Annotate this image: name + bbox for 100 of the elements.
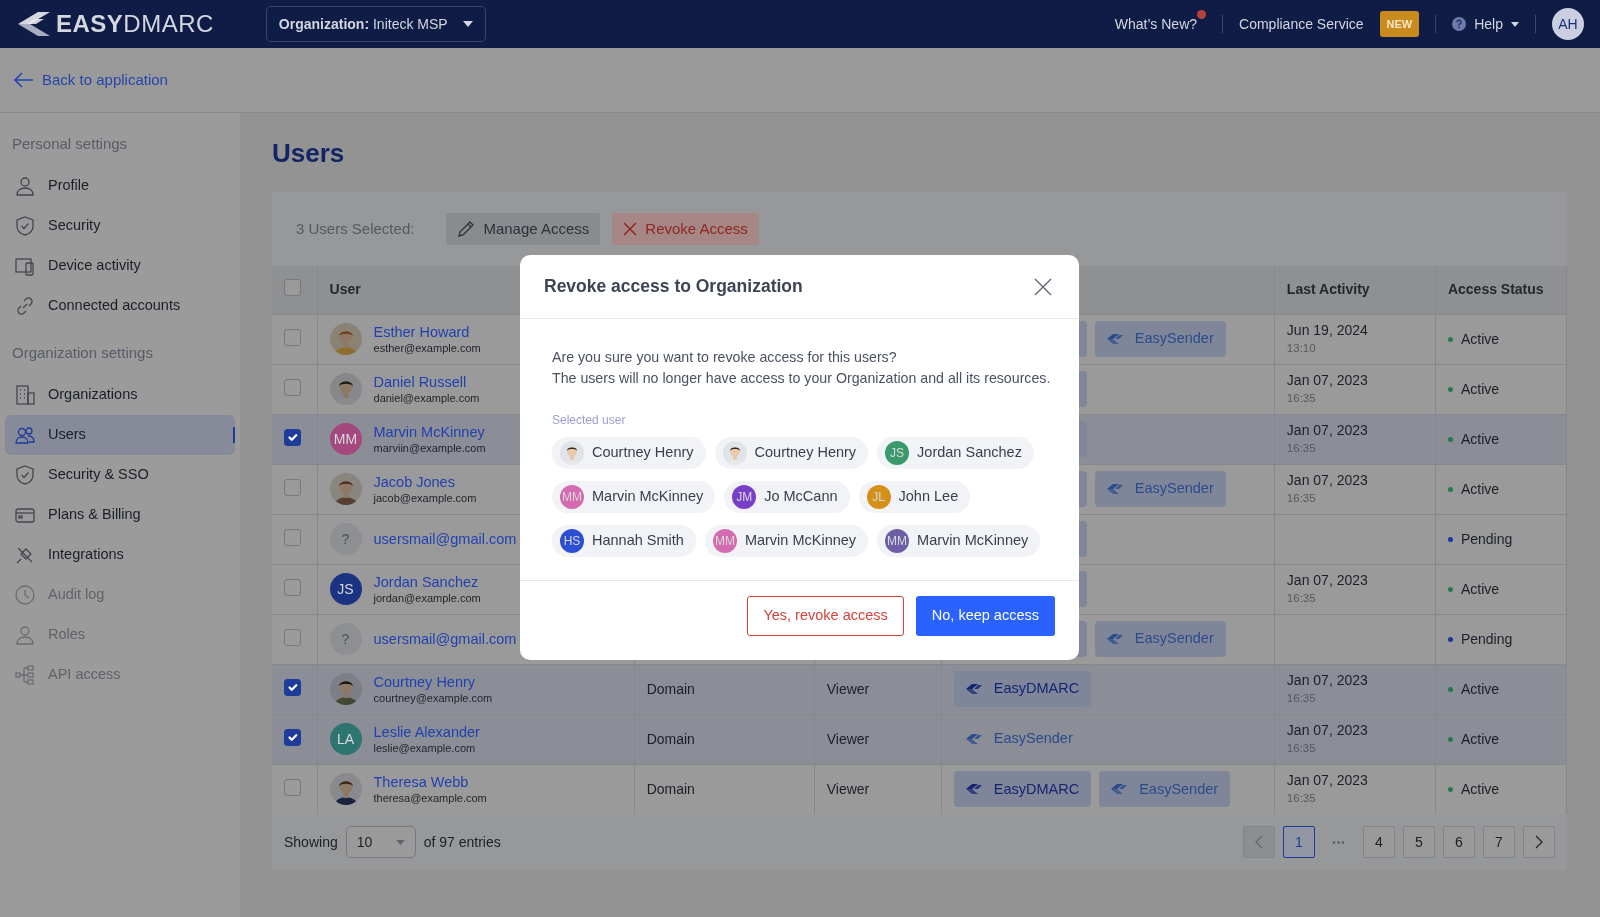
page-button[interactable]: 6 (1443, 826, 1475, 859)
section-title: Personal settings (11, 134, 129, 154)
user-name-link[interactable]: usersmail@gmail.com (373, 530, 517, 549)
avatar: LA (329, 723, 362, 756)
column-header: Last Activity (1286, 281, 1370, 298)
whats-new-link[interactable]: What’s New? (1114, 13, 1207, 35)
user-name-link[interactable]: Esther Howard (373, 323, 481, 342)
showing-label: Showing (284, 832, 338, 852)
status-label: Pending (1460, 529, 1513, 549)
user-name-link[interactable]: Daniel Russell (373, 373, 480, 392)
status-label: Active (1460, 679, 1500, 699)
product-tag: EasyDMARC (953, 771, 1092, 808)
chip-name: Jo McCann (764, 487, 838, 507)
sidebar-item[interactable]: Organizations (5, 375, 235, 415)
activity-time: 13:10 (1286, 341, 1317, 357)
user-role: Viewer (826, 680, 870, 697)
activity-date: Jan 07, 2023 (1286, 771, 1369, 790)
help-menu[interactable]: Help (1452, 13, 1519, 35)
modal-message: The users will no longer have access to your Organization and all its resources. (552, 369, 1049, 388)
page-size-select[interactable]: 10 (345, 826, 416, 859)
sidebar-item[interactable]: Users (5, 415, 235, 455)
user-name-link[interactable]: usersmail@gmail.com (373, 630, 517, 649)
activity-time: 16:35 (1286, 391, 1317, 407)
user-email: marviin@example.com (373, 441, 486, 456)
avatar: HS (560, 529, 584, 553)
avatar: MM (560, 485, 584, 509)
page-button[interactable]: 1 (1283, 826, 1315, 859)
activity-time: 16:35 (1286, 491, 1317, 507)
sidebar-item[interactable]: Security (5, 206, 235, 246)
user-type: Domain (646, 780, 695, 797)
user-name-link[interactable]: Theresa Webb (373, 773, 487, 792)
user-email: jacob@example.com (373, 491, 477, 506)
product-tag: EasyDMARC (953, 671, 1092, 708)
user-avatar[interactable]: AH (1552, 8, 1584, 40)
sidebar-item[interactable]: Integrations (5, 535, 235, 575)
activity-time: 16:35 (1286, 741, 1317, 757)
compliance-link[interactable]: Compliance Service (1239, 13, 1364, 35)
avatar: JM (732, 485, 757, 509)
status-label: Active (1460, 479, 1500, 499)
revoke-access-button[interactable]: Revoke Access (612, 213, 759, 246)
user-email: daniel@example.com (373, 391, 480, 406)
status-label: Active (1460, 779, 1500, 799)
help-label: Help (1474, 14, 1503, 34)
product-tag: EasySender (1094, 471, 1226, 508)
user-name-link[interactable]: Courtney Henry (373, 673, 493, 692)
user-name-link[interactable]: Jordan Sanchez (373, 573, 481, 592)
modal-title: Revoke access to Organization (544, 276, 803, 297)
page-button[interactable]: 4 (1363, 826, 1395, 859)
user-email: theresa@example.com (373, 791, 487, 806)
page-button[interactable]: 7 (1483, 826, 1515, 859)
sidebar-item[interactable]: Security & SSO (5, 455, 235, 495)
status-label: Active (1460, 429, 1500, 449)
page-title: Users (272, 138, 346, 170)
section-title: Organization settings (11, 343, 154, 363)
activity-date: Jan 07, 2023 (1286, 421, 1369, 440)
new-badge: NEW (1379, 10, 1420, 38)
revoke-confirm-button[interactable]: Yes, revoke access (747, 596, 904, 636)
user-name-link[interactable]: Leslie Alexander (373, 723, 480, 742)
status-label: Active (1460, 379, 1500, 399)
user-name-link[interactable]: Jacob Jones (373, 473, 477, 492)
sidebar-item[interactable]: Profile (5, 166, 235, 206)
chip-name: Hannah Smith (592, 531, 684, 551)
page-ellipsis: ••• (1331, 835, 1347, 850)
sidebar-item[interactable]: Connected accounts (5, 286, 235, 326)
avatar: MM (329, 423, 362, 456)
keep-access-button[interactable]: No, keep access (915, 596, 1055, 636)
organization-dropdown[interactable]: Organization: Initeck MSP (265, 6, 486, 42)
back-link[interactable]: Back to application (14, 68, 168, 92)
entries-count: of 97 entries (423, 832, 501, 852)
activity-time: 16:35 (1286, 791, 1317, 807)
modal-message: Are you sure you want to revoke access for this users? (552, 348, 898, 367)
avatar: MM (885, 529, 910, 553)
user-email: jordan@example.com (373, 591, 481, 606)
status-label: Active (1460, 329, 1500, 349)
page-button[interactable]: 5 (1403, 826, 1435, 859)
avatar: JL (866, 485, 891, 509)
product-tag: EasySender (1094, 621, 1226, 658)
logo-text: EASYDMARC (56, 9, 214, 39)
avatar: JS (885, 441, 910, 465)
column-header: User (329, 281, 361, 298)
sidebar-item[interactable]: Device activity (5, 246, 235, 286)
user-name-link[interactable]: Marvin McKinney (373, 423, 486, 442)
activity-time: 16:35 (1286, 441, 1317, 457)
user-email: esther@example.com (373, 341, 481, 356)
activity-time: 16:35 (1286, 691, 1317, 707)
selection-count: 3 Users Selected: (296, 218, 415, 239)
activity-date: Jun 19, 2024 (1286, 321, 1369, 340)
manage-access-button[interactable]: Manage Access (446, 213, 601, 246)
chip-name: John Lee (898, 487, 959, 507)
status-label: Active (1460, 729, 1500, 749)
user-role: Viewer (826, 780, 870, 797)
activity-date: Jan 07, 2023 (1286, 471, 1369, 490)
sidebar-item[interactable]: Plans & Billing (5, 495, 235, 535)
selected-users-label: Selected user (552, 412, 627, 429)
avatar: MM (712, 529, 737, 553)
chip-name: Marvin McKinney (917, 531, 1029, 551)
chip-name: Jordan Sanchez (917, 443, 1022, 463)
activity-date: Jan 07, 2023 (1286, 721, 1369, 740)
chip-name: Marvin McKinney (592, 487, 704, 507)
activity-time: 16:35 (1286, 591, 1317, 607)
